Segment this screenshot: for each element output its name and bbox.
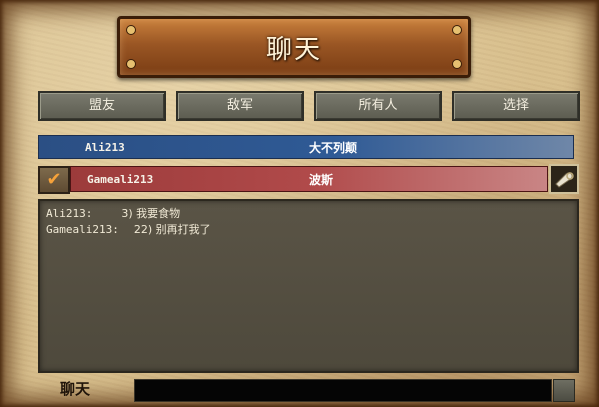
title-plaque: 聊天	[117, 16, 471, 78]
check-icon: ✔	[46, 169, 62, 190]
chat-message: Gameali213: 22) 别再打我了	[46, 221, 211, 237]
horn-icon	[555, 172, 574, 188]
chat-input-field[interactable]	[134, 379, 552, 402]
player-row-ali213[interactable]: Ali213 大不列颠	[38, 135, 574, 159]
recipient-checkbox[interactable]: ✔	[38, 166, 70, 194]
message-sender: Ali213:	[46, 207, 93, 220]
tab-everyone[interactable]: 所有人	[314, 91, 442, 121]
player-name: Ali213	[85, 140, 125, 154]
message-sender: Gameali213:	[46, 223, 119, 236]
player-name: Gameali213	[87, 172, 154, 186]
player-civilization: 波斯	[309, 172, 334, 187]
chat-message: Ali213: 3) 我要食物	[46, 205, 180, 221]
message-text: 3) 我要食物	[121, 207, 181, 220]
message-text: 22) 别再打我了	[133, 223, 211, 236]
chat-log[interactable]: Ali213: 3) 我要食物 Gameali213: 22) 别再打我了	[38, 199, 579, 373]
player-row-gameali213[interactable]: Gameali213 波斯	[70, 166, 548, 192]
window-title: 聊天	[265, 35, 322, 65]
chat-input-label: 聊天	[60, 380, 91, 398]
chat-window: 聊天 盟友 敌军 所有人 选择 Ali213 大不列颠 ✔ Gameali213…	[0, 0, 599, 407]
tab-allies[interactable]: 盟友	[38, 91, 166, 121]
player-civilization: 大不列颠	[309, 140, 358, 155]
horn-button[interactable]	[549, 164, 579, 194]
tab-enemies[interactable]: 敌军	[176, 91, 304, 121]
tab-select[interactable]: 选择	[452, 91, 580, 121]
send-button[interactable]	[553, 379, 575, 402]
